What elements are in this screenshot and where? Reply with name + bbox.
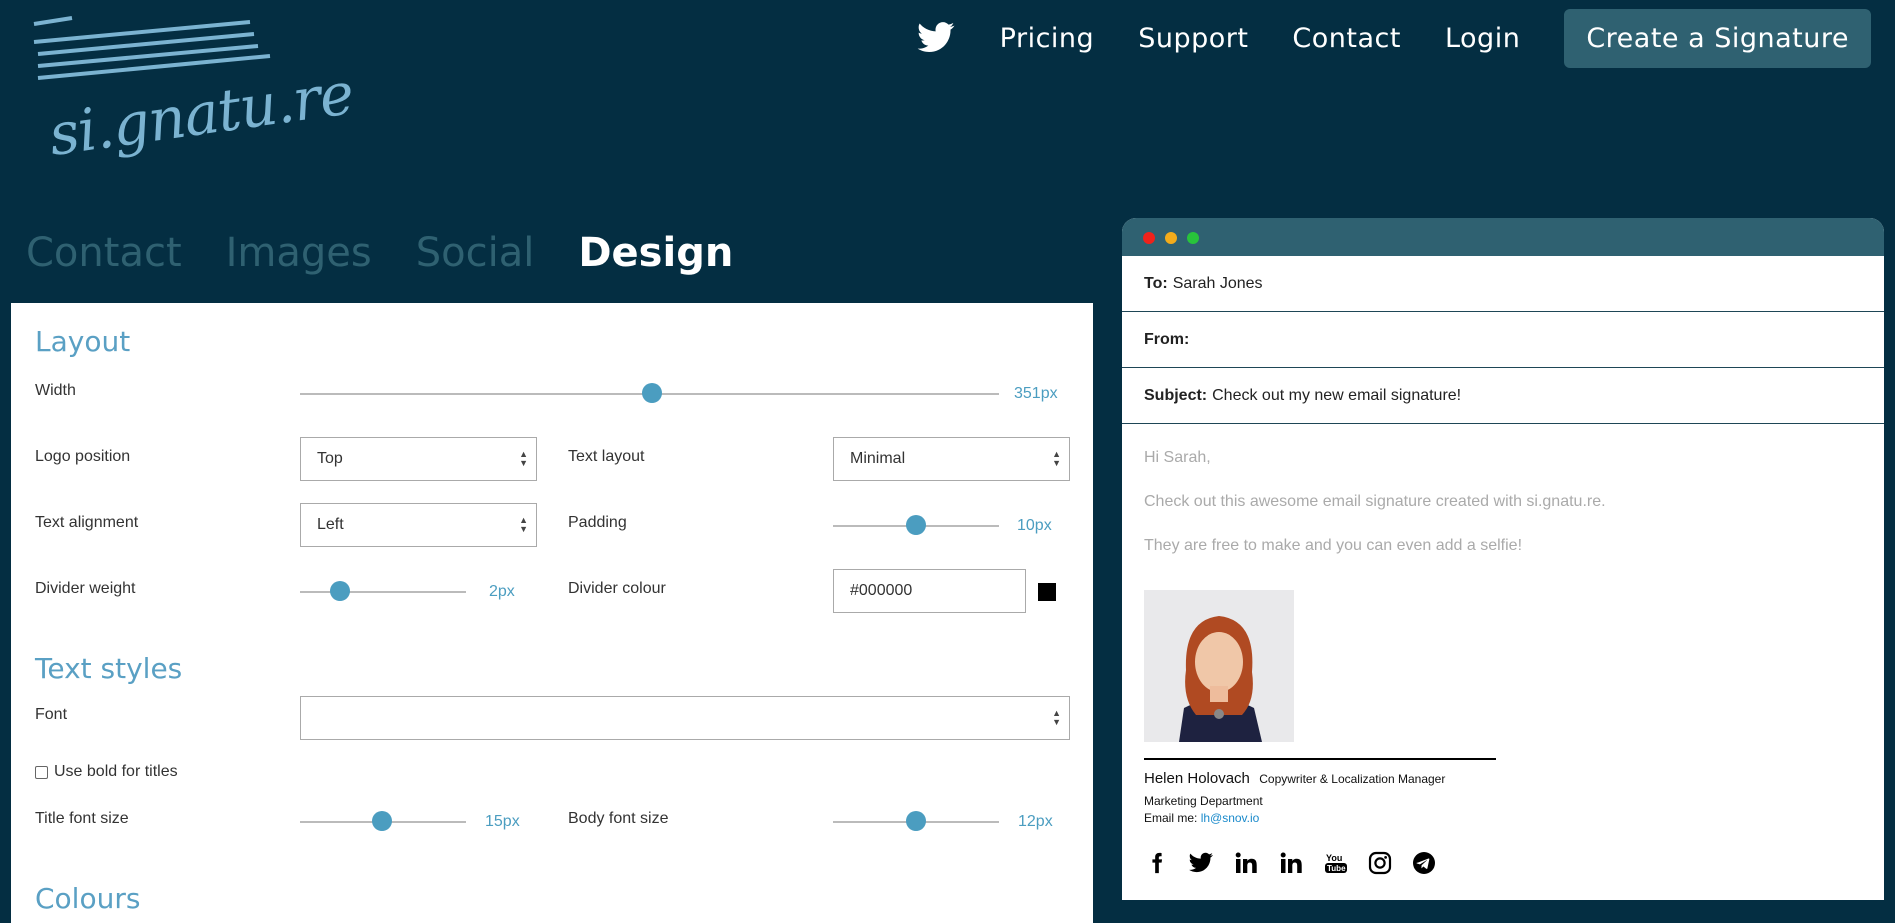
text-layout-select[interactable]: Minimal ▲ ▼ (833, 437, 1070, 481)
text-layout-label: Text layout (568, 448, 645, 465)
divider-weight-label: Divider weight (35, 580, 136, 597)
email-body-line: Check out this awesome email signature c… (1144, 493, 1606, 510)
use-bold-checkbox[interactable] (35, 766, 48, 779)
body-font-size-value: 12px (1018, 813, 1053, 830)
signature-job-title: Copywriter & Localization Manager (1259, 772, 1446, 786)
text-alignment-label: Text alignment (35, 514, 139, 531)
signature-department: Marketing Department (1144, 794, 1263, 808)
divider-colour-label: Divider colour (568, 580, 666, 597)
signature-name: Helen Holovach (1144, 770, 1250, 787)
nav-contact[interactable]: Contact (1292, 23, 1401, 54)
email-from-field: From: (1122, 312, 1884, 368)
email-subject-field: Subject: Check out my new email signatur… (1122, 368, 1884, 424)
from-label: From: (1144, 330, 1190, 348)
email-preview: To: Sarah Jones From: Subject: Check out… (1122, 218, 1884, 900)
linkedin-icon[interactable] (1231, 848, 1261, 878)
padding-value: 10px (1017, 517, 1052, 534)
top-nav: Pricing Support Contact Login Create a S… (916, 0, 1895, 76)
signature-divider (1144, 758, 1496, 760)
divider-weight-slider-handle[interactable] (330, 581, 350, 601)
svg-text:You: You (1326, 853, 1342, 863)
width-slider-handle[interactable] (642, 383, 662, 403)
signature-photo (1144, 590, 1294, 742)
signature-email-row: Email me: lh@snov.io (1144, 811, 1259, 825)
email-window-bar (1122, 218, 1884, 256)
padding-label: Padding (568, 514, 627, 531)
title-font-size-value: 15px (485, 813, 520, 830)
create-signature-button[interactable]: Create a Signature (1564, 8, 1871, 68)
logo-position-select[interactable]: Top ▲ ▼ (300, 437, 537, 481)
colours-title: Colours (35, 882, 141, 915)
nav-support[interactable]: Support (1138, 23, 1248, 54)
editor-tabs: Contact Images Social Design (26, 230, 733, 276)
text-alignment-value: Left (317, 516, 344, 533)
tab-images[interactable]: Images (226, 230, 372, 276)
linkedin-icon[interactable] (1276, 848, 1306, 878)
width-slider[interactable] (300, 383, 999, 403)
svg-text:Tube: Tube (1327, 864, 1346, 873)
width-label: Width (35, 382, 76, 399)
title-font-size-slider-handle[interactable] (372, 811, 392, 831)
title-font-size-slider[interactable] (300, 811, 466, 831)
body-font-size-slider[interactable] (833, 811, 999, 831)
tab-social[interactable]: Social (416, 230, 535, 276)
subject-label: Subject: (1144, 386, 1208, 404)
nav-login[interactable]: Login (1445, 23, 1520, 54)
telegram-icon[interactable] (1409, 848, 1439, 878)
maximize-dot-icon (1187, 232, 1199, 244)
text-styles-title: Text styles (35, 652, 183, 685)
padding-slider-handle[interactable] (906, 515, 926, 535)
body-font-size-label: Body font size (568, 810, 669, 827)
facebook-icon[interactable] (1142, 848, 1172, 878)
padding-slider[interactable] (833, 515, 999, 535)
body-font-size-slider-handle[interactable] (906, 811, 926, 831)
signature-email-label: Email me: (1144, 811, 1198, 825)
select-arrows-icon: ▲ ▼ (1052, 449, 1061, 468)
design-panel: Layout Width 351px Logo position Top ▲ ▼ … (11, 303, 1093, 923)
twitter-icon[interactable] (916, 18, 956, 58)
logo[interactable]: si.gnatu.re (30, 16, 357, 176)
title-font-size-label: Title font size (35, 810, 129, 827)
youtube-icon[interactable]: You Tube (1321, 848, 1351, 878)
select-arrows-icon: ▲ ▼ (519, 515, 528, 534)
divider-colour-input[interactable]: #000000 (833, 569, 1026, 613)
divider-colour-swatch[interactable] (1038, 583, 1056, 601)
email-to-field: To: Sarah Jones (1122, 256, 1884, 312)
divider-weight-slider[interactable] (300, 581, 466, 601)
select-arrows-icon: ▲ ▼ (1052, 708, 1061, 727)
nav-pricing[interactable]: Pricing (1000, 23, 1095, 54)
logo-position-label: Logo position (35, 448, 131, 465)
to-value: Sarah Jones (1172, 274, 1263, 292)
layout-title: Layout (35, 325, 131, 358)
text-alignment-select[interactable]: Left ▲ ▼ (300, 503, 537, 547)
to-label: To: (1144, 274, 1168, 292)
signature-email-link[interactable]: lh@snov.io (1201, 811, 1260, 825)
divider-weight-value: 2px (489, 583, 515, 600)
minimize-dot-icon (1165, 232, 1177, 244)
select-arrows-icon: ▲ ▼ (519, 449, 528, 468)
width-value: 351px (1014, 385, 1058, 402)
logo-position-value: Top (317, 450, 343, 467)
email-greeting: Hi Sarah, (1144, 449, 1211, 466)
tab-design[interactable]: Design (578, 230, 733, 276)
email-body-line: They are free to make and you can even a… (1144, 537, 1523, 554)
signature-name-row: Helen Holovach Copywriter & Localization… (1144, 770, 1445, 787)
font-label: Font (35, 706, 68, 723)
instagram-icon[interactable] (1365, 848, 1395, 878)
use-bold-label: Use bold for titles (54, 763, 178, 780)
close-dot-icon (1143, 232, 1155, 244)
twitter-icon[interactable] (1186, 848, 1216, 878)
font-select[interactable]: ▲ ▼ (300, 696, 1070, 740)
tab-contact[interactable]: Contact (26, 230, 182, 276)
text-layout-value: Minimal (850, 450, 906, 467)
subject-value: Check out my new email signature! (1212, 386, 1462, 404)
